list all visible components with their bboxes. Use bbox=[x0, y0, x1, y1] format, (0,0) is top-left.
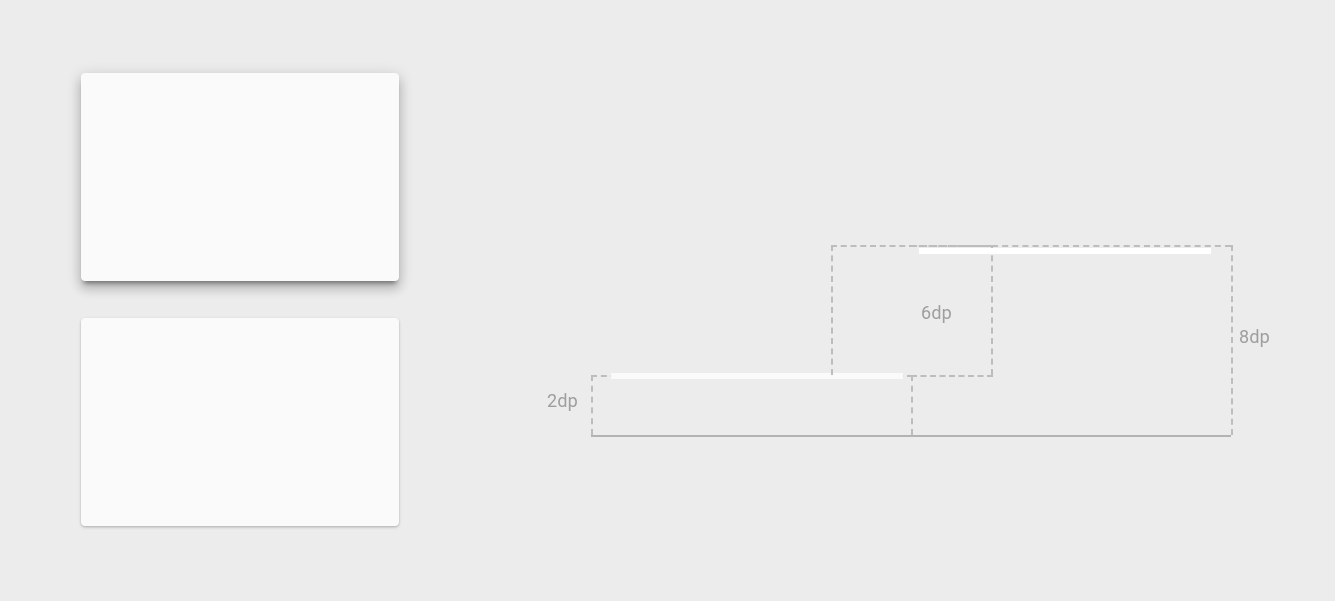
ground-line bbox=[591, 435, 1231, 437]
guide-8dp-top bbox=[911, 245, 1231, 247]
surface-cap-2dp bbox=[611, 373, 903, 379]
elevation-label-2dp: 2dp bbox=[547, 391, 578, 412]
example-card-2dp bbox=[81, 318, 399, 526]
elevation-label-8dp: 8dp bbox=[1239, 327, 1270, 348]
elevation-cross-section: 2dp 6dp 8dp bbox=[545, 245, 1285, 445]
elevation-spec-figure: 2dp 6dp 8dp bbox=[0, 0, 1335, 601]
elevation-label-6dp: 6dp bbox=[921, 303, 952, 324]
guide-6dp-bottom bbox=[911, 375, 993, 377]
guide-2dp-left bbox=[591, 375, 593, 435]
guide-2dp-right bbox=[911, 375, 913, 435]
guide-6dp-right bbox=[991, 245, 993, 375]
guide-8dp-right bbox=[1231, 245, 1233, 435]
guide-6dp-left bbox=[831, 245, 833, 375]
surface-cap-8dp bbox=[919, 248, 1211, 254]
example-card-8dp bbox=[81, 73, 399, 281]
